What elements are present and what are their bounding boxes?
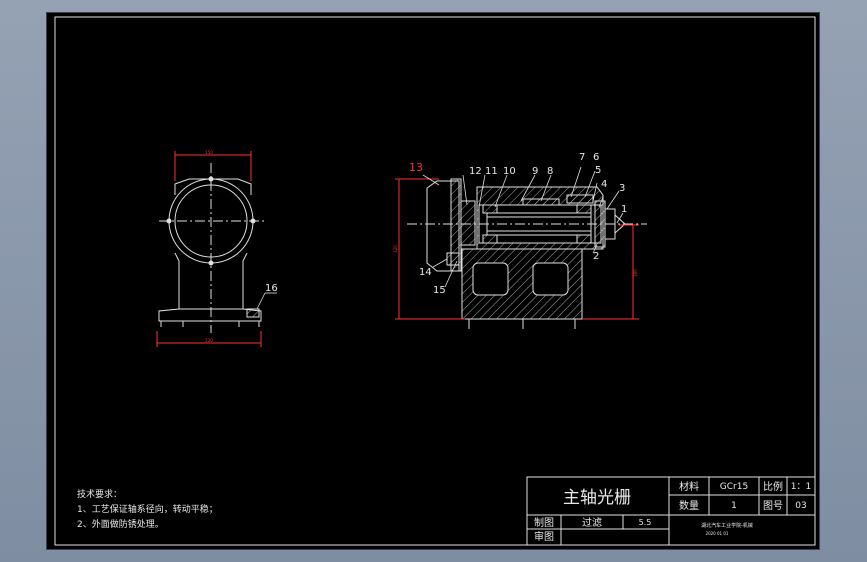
balloon-4: 4 xyxy=(601,179,607,190)
dim-section-height: 320 xyxy=(393,245,398,253)
dim-side-bottom: 220 xyxy=(205,338,213,343)
institution-line-2: 2020 01 01 xyxy=(706,531,729,536)
drawing-no-value: 03 xyxy=(795,501,806,511)
scale-label: 比例 xyxy=(763,480,783,493)
drawing-canvas: 150 220 16 320 300 13 12 11 10 9 8 7 6 5… xyxy=(54,16,816,546)
material-label: 材料 xyxy=(679,480,699,493)
balloon-9: 9 xyxy=(532,166,538,177)
drawing-no-label: 图号 xyxy=(763,500,783,512)
institution-line-1: 湖北汽车工业学院-机械 xyxy=(701,522,753,529)
balloon-16: 16 xyxy=(265,283,278,294)
balloon-10: 10 xyxy=(503,166,516,177)
balloon-8: 8 xyxy=(547,166,553,177)
balloon-6: 6 xyxy=(593,152,599,163)
side-view xyxy=(158,163,265,333)
dim-side-top: 150 xyxy=(205,150,213,155)
drawn-date: 5.5 xyxy=(639,518,652,527)
scale-value: 1：1 xyxy=(791,482,811,492)
material-value: GCr15 xyxy=(720,482,748,492)
balloon-5: 5 xyxy=(595,165,601,176)
drawn-value: 过滤 xyxy=(582,516,602,529)
balloon-2: 2 xyxy=(593,251,599,262)
inner-frame xyxy=(54,16,816,546)
balloon-14: 14 xyxy=(419,267,432,278)
balloon-1: 1 xyxy=(621,204,627,215)
balloon-7: 7 xyxy=(579,152,585,163)
tech-req-heading: 技术要求： xyxy=(77,488,122,500)
tech-req-item-1: 1、工艺保证轴系径向，转动平稳； xyxy=(77,503,218,515)
quantity-value: 1 xyxy=(731,501,737,511)
tech-req-item-2: 2、外面做防锈处理。 xyxy=(77,518,164,530)
drawing-sheet: 150 220 16 320 300 13 12 11 10 9 8 7 6 5… xyxy=(47,13,819,549)
balloon-12: 12 xyxy=(469,166,482,177)
dim-section-right: 300 xyxy=(633,269,638,277)
part-name: 主轴光栅 xyxy=(563,488,631,508)
section-view xyxy=(407,178,647,329)
checked-label: 审图 xyxy=(534,530,554,543)
quantity-label: 数量 xyxy=(679,499,699,512)
balloon-15: 15 xyxy=(433,285,446,296)
drawn-label: 制图 xyxy=(534,516,554,529)
balloon-3: 3 xyxy=(619,183,625,194)
balloon-13: 13 xyxy=(409,161,423,174)
balloon-11: 11 xyxy=(485,166,498,177)
